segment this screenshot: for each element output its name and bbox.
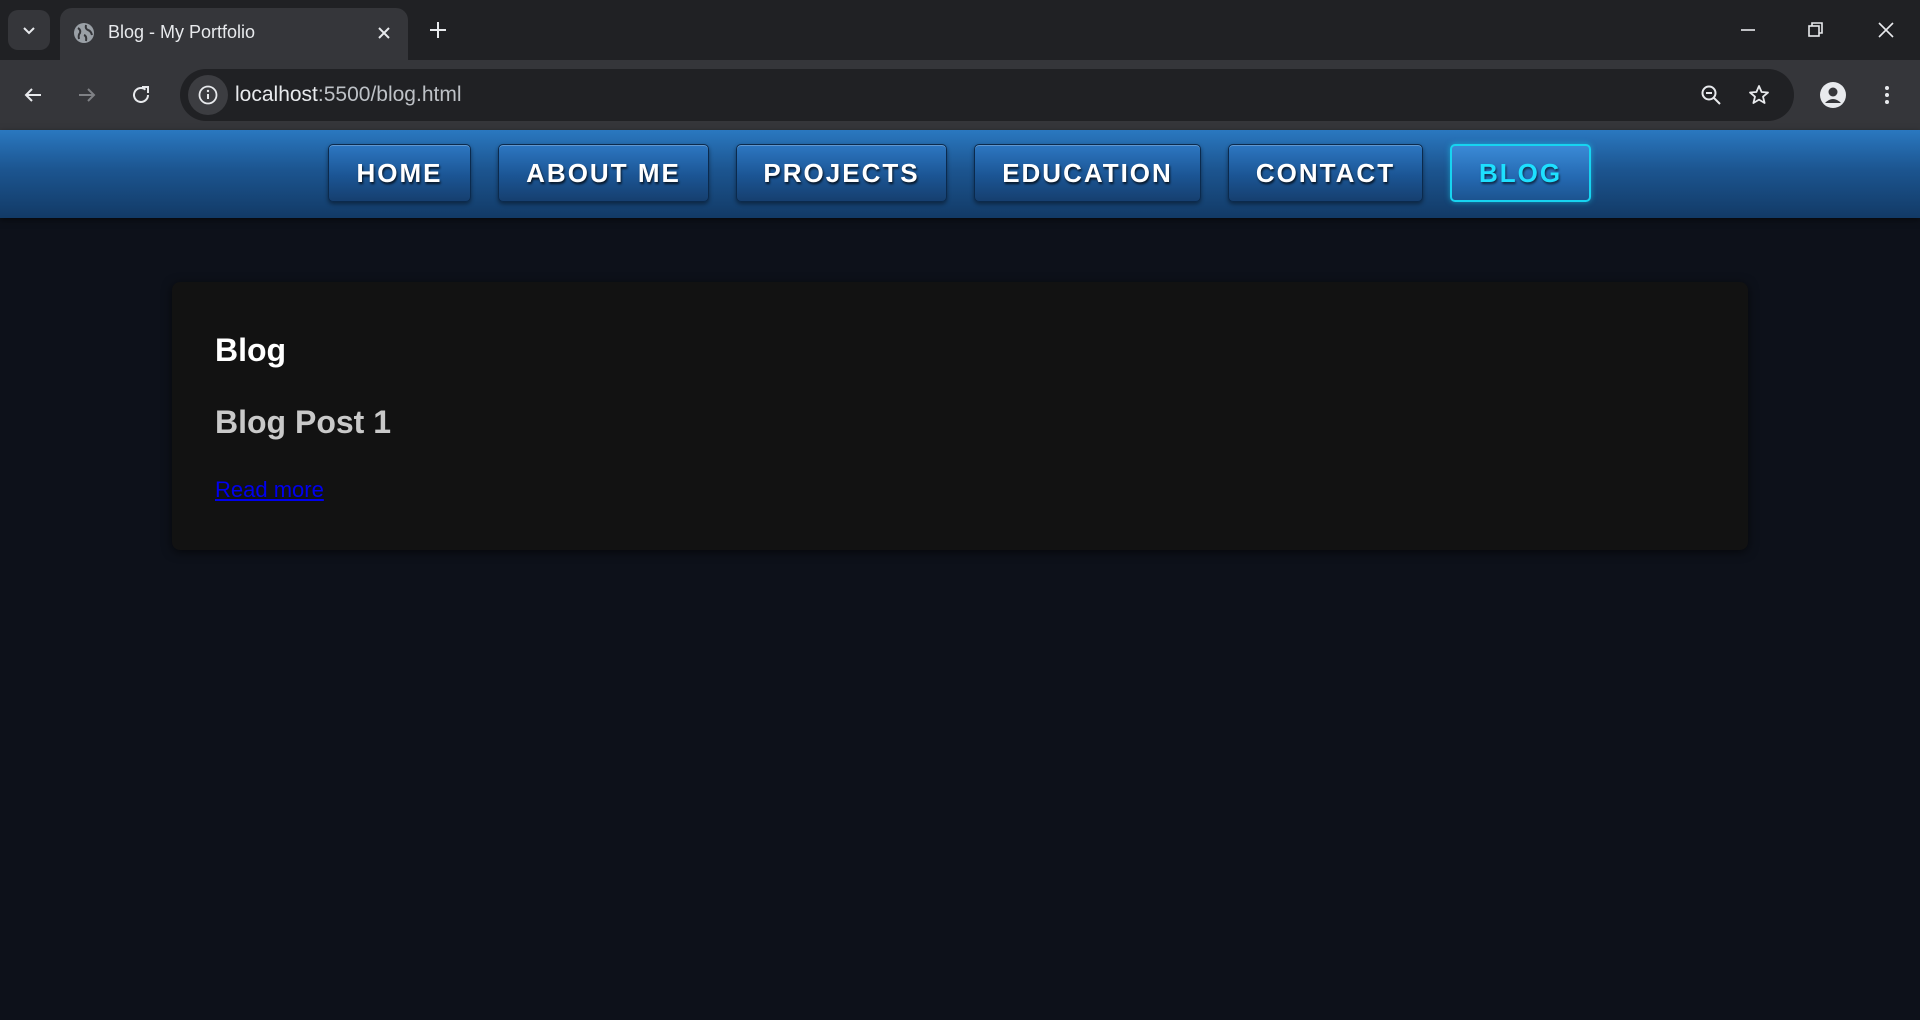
blog-card: Blog Blog Post 1 Read more <box>172 282 1748 550</box>
page-title: Blog <box>215 332 287 368</box>
browser-tabstrip: Blog - My Portfolio <box>0 0 1920 60</box>
browser-toolbar: localhost:5500/blog.html <box>0 60 1920 130</box>
zoom-out-icon <box>1701 85 1721 105</box>
tab-title: Blog - My Portfolio <box>108 22 256 42</box>
close-tab-icon[interactable] <box>372 21 396 45</box>
url-text: localhost:5500/blog.html <box>235 83 462 107</box>
address-bar[interactable]: localhost:5500/blog.html <box>180 69 1794 121</box>
close-icon <box>1878 22 1894 38</box>
restore-button[interactable] <box>1800 14 1832 46</box>
minimize-button[interactable] <box>1732 14 1764 46</box>
nav-education-button[interactable]: EDUCATION <box>974 144 1201 202</box>
nav-about-button[interactable]: ABOUT ME <box>498 144 709 202</box>
minimize-icon <box>1741 29 1755 31</box>
tab-search-button[interactable] <box>8 10 50 50</box>
close-window-button[interactable] <box>1870 14 1902 46</box>
profile-icon <box>1820 82 1846 108</box>
new-tab-icon[interactable] <box>424 16 452 44</box>
star-icon <box>1749 85 1769 104</box>
profile-button[interactable] <box>1818 80 1848 110</box>
reload-button[interactable] <box>126 80 156 110</box>
arrow-right-icon <box>79 88 96 102</box>
arrow-left-icon <box>24 88 41 102</box>
nav-contact-button[interactable]: CONTACT <box>1228 144 1423 202</box>
site-info-button[interactable] <box>188 75 228 115</box>
nav-projects-button[interactable]: PROJECTS <box>736 144 947 202</box>
read-more-link[interactable]: Read more <box>215 477 324 503</box>
kebab-menu-icon <box>1885 86 1889 104</box>
site-navbar: HOME ABOUT ME PROJECTS EDUCATION CONTACT… <box>0 130 1920 218</box>
bookmark-button[interactable] <box>1746 82 1772 108</box>
nav-home-button[interactable]: HOME <box>328 144 471 202</box>
zoom-button[interactable] <box>1698 82 1724 108</box>
restore-icon <box>1808 22 1823 37</box>
back-button[interactable] <box>18 80 48 110</box>
chevron-down-icon <box>23 27 35 35</box>
info-icon <box>198 85 218 105</box>
nav-blog-button[interactable]: BLOG <box>1450 144 1591 202</box>
url-host: localhost <box>235 83 318 106</box>
blog-post-title: Blog Post 1 <box>215 404 392 440</box>
browser-tab-active[interactable]: Blog - My Portfolio <box>60 8 408 60</box>
url-path: :5500/blog.html <box>317 83 462 106</box>
forward-button[interactable] <box>72 80 102 110</box>
reload-icon <box>133 86 149 103</box>
globe-icon <box>74 23 94 43</box>
browser-menu-button[interactable] <box>1872 80 1902 110</box>
